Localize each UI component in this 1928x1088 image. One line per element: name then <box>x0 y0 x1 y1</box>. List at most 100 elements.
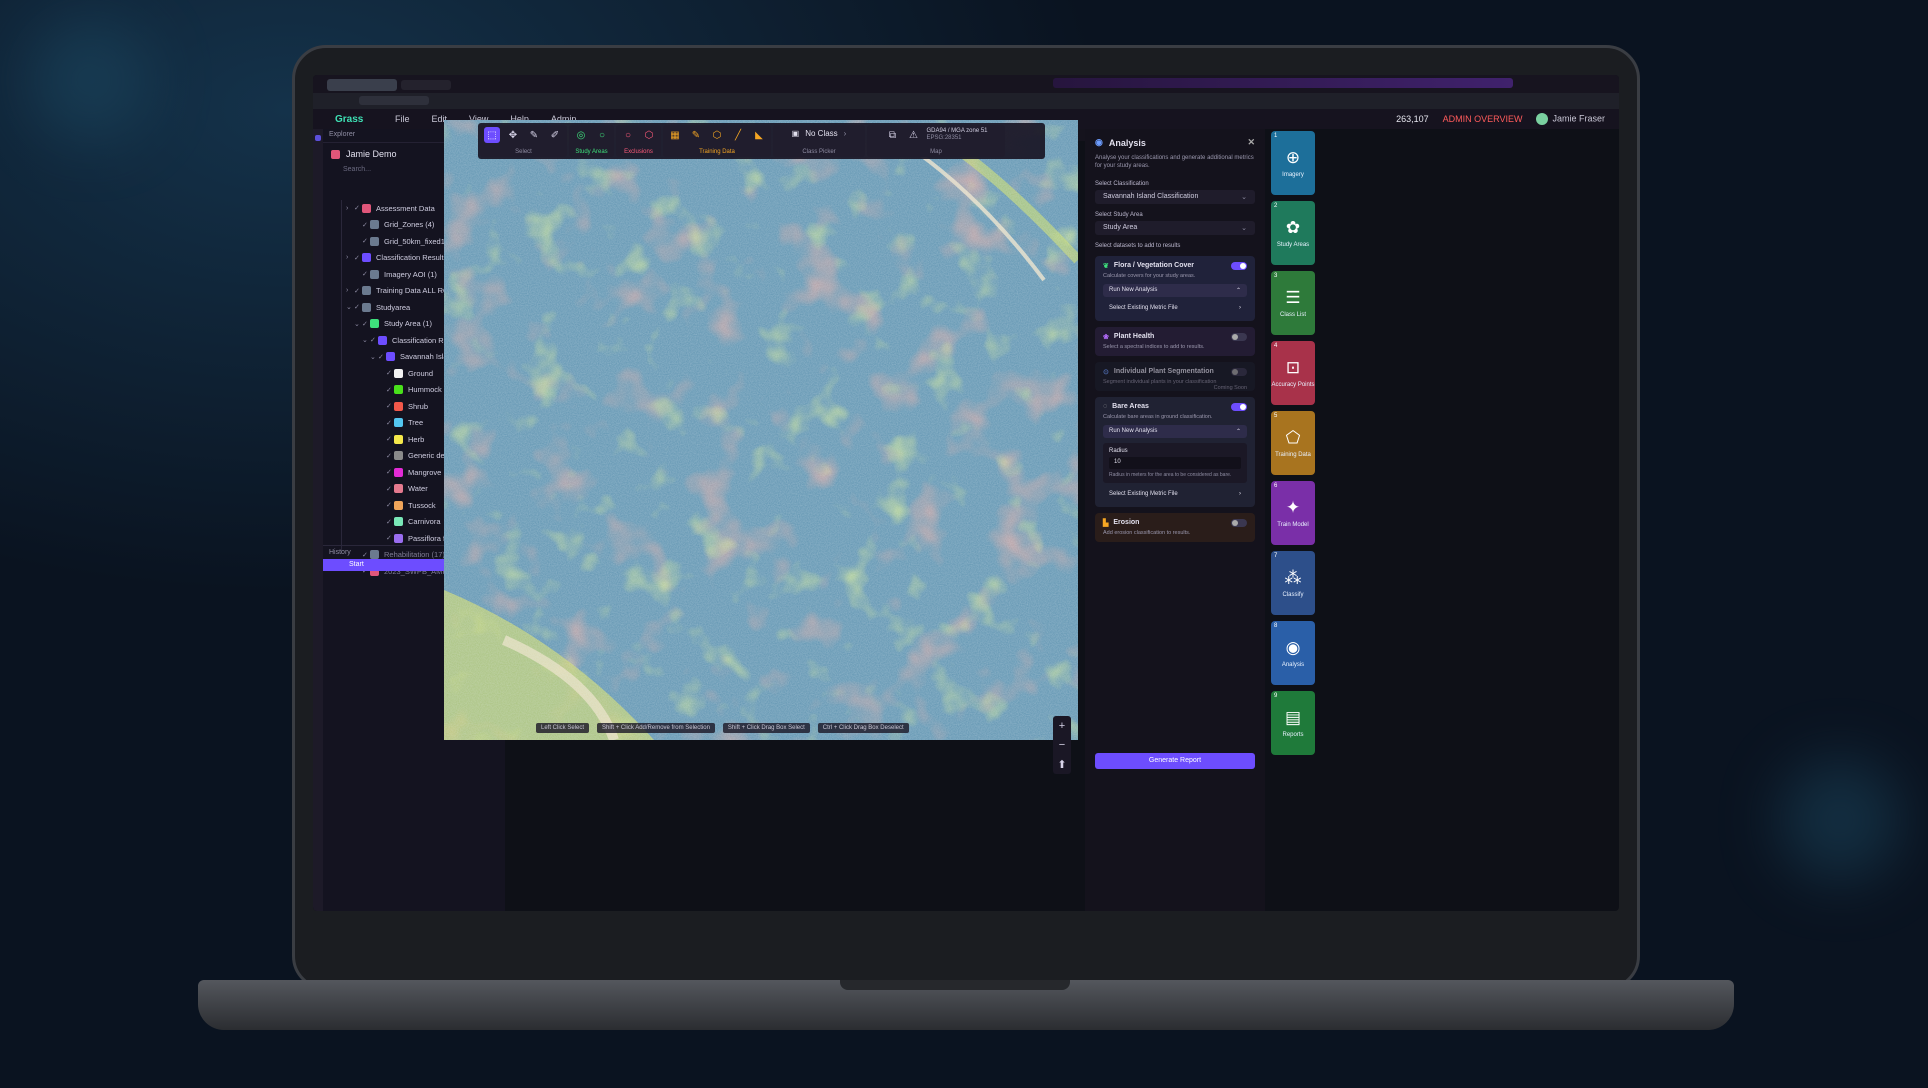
layer-label: Ground <box>408 368 434 378</box>
compass-icon[interactable]: ⬆ <box>1057 758 1066 771</box>
user-menu[interactable]: Jamie Fraser <box>1536 113 1605 125</box>
visibility-check-icon[interactable]: ✓ <box>386 435 394 443</box>
training-poly-icon[interactable]: ◣ <box>751 127 767 143</box>
study-area-select[interactable]: Study Area ⌄ <box>1095 220 1255 235</box>
visibility-check-icon[interactable]: ✓ <box>354 287 362 295</box>
study-area-tools: ◎ ○ Study Areas <box>569 125 614 157</box>
visibility-check-icon[interactable]: ✓ <box>362 320 370 328</box>
visibility-check-icon[interactable]: ✓ <box>378 353 386 361</box>
activity-icon[interactable] <box>315 135 321 141</box>
rail-button-classify[interactable]: 7 ⁂ Classify <box>1271 551 1315 615</box>
training-line-icon[interactable]: ╱ <box>730 127 746 143</box>
rail-button-training-data[interactable]: 5 ⬠ Training Data <box>1271 411 1315 475</box>
visibility-check-icon[interactable]: ✓ <box>386 534 394 542</box>
visibility-check-icon[interactable]: ✓ <box>386 452 394 460</box>
browser-tab[interactable] <box>401 80 451 90</box>
visibility-check-icon[interactable]: ✓ <box>370 336 378 344</box>
pen-icon[interactable]: ✎ <box>526 127 542 143</box>
zoom-in-icon[interactable]: + <box>1059 720 1065 732</box>
browser-tab-active[interactable] <box>327 79 397 91</box>
visibility-check-icon[interactable]: ✓ <box>386 468 394 476</box>
chevron-icon[interactable]: ⌄ <box>370 353 378 361</box>
chevron-icon[interactable]: › <box>346 254 354 261</box>
run-new-analysis-button[interactable]: Run New Analysis ⌃ <box>1103 424 1247 438</box>
chevron-icon[interactable]: ⌄ <box>362 336 370 344</box>
step-number: 4 <box>1274 343 1278 349</box>
layer-label: Hummock <box>408 385 442 395</box>
exclusion-circle-icon[interactable]: ○ <box>620 127 636 143</box>
select-icon[interactable]: ⬚ <box>484 127 500 143</box>
app-logo[interactable]: Grass <box>335 114 395 125</box>
visibility-check-icon[interactable]: ✓ <box>354 303 362 311</box>
study-area-circle-icon[interactable]: ○ <box>594 127 610 143</box>
close-icon[interactable]: ✕ <box>1247 137 1255 148</box>
visibility-check-icon[interactable]: ✓ <box>362 221 370 229</box>
hint-box-select: Shift + Click Drag Box Select <box>722 723 810 733</box>
flora-cover-toggle[interactable] <box>1231 261 1247 270</box>
rail-button-study-areas[interactable]: 2 ✿ Study Areas <box>1271 201 1315 265</box>
menu-file[interactable]: File <box>395 114 410 124</box>
erosion-toggle[interactable] <box>1231 518 1247 527</box>
rail-button-train-model[interactable]: 6 ✦ Train Model <box>1271 481 1315 545</box>
warning-icon[interactable]: ⚠ <box>905 127 921 143</box>
exclusion-hex-icon[interactable]: ⬡ <box>641 127 657 143</box>
crs-display[interactable]: GDA94 / MGA zone 51 EPSG:28351 <box>926 128 987 142</box>
url-field[interactable] <box>359 96 429 105</box>
rail-button-accuracy-points[interactable]: 4 ⊡ Accuracy Points <box>1271 341 1315 405</box>
radius-input[interactable]: 10 <box>1109 456 1241 469</box>
classification-map[interactable]: ⬚ ✥ ✎ ✐ Select ◎ ○ Study Areas ○ ⬡ Exclu… <box>444 120 1078 774</box>
visibility-check-icon[interactable]: ✓ <box>362 237 370 245</box>
zoom-out-icon[interactable]: − <box>1059 739 1065 751</box>
edit-icon[interactable]: ✐ <box>547 127 563 143</box>
training-brush-icon[interactable]: ✎ <box>688 127 704 143</box>
layer-color-swatch <box>362 286 371 296</box>
rail-label: Study Areas <box>1276 242 1310 248</box>
study-area-add-icon[interactable]: ◎ <box>573 127 589 143</box>
visibility-check-icon[interactable]: ✓ <box>386 369 394 377</box>
address-bar[interactable] <box>313 93 1619 109</box>
list-icon: ☰ <box>1285 288 1301 307</box>
training-grid-icon[interactable]: ▦ <box>667 127 683 143</box>
map-raster[interactable] <box>444 120 1078 740</box>
classification-select[interactable]: Savannah Island Classification ⌄ <box>1095 189 1255 204</box>
segmentation-toggle[interactable] <box>1231 367 1247 376</box>
project-icon <box>331 149 340 159</box>
select-metric-file-button[interactable]: Select Existing Metric File › <box>1103 302 1247 315</box>
visibility-check-icon[interactable]: ✓ <box>386 386 394 394</box>
chevron-icon[interactable]: ⌄ <box>346 303 354 311</box>
panel-title: Analysis <box>1108 137 1146 148</box>
visibility-check-icon[interactable]: ✓ <box>362 270 370 278</box>
bare-areas-toggle[interactable] <box>1231 402 1247 411</box>
chevron-icon[interactable]: ⌄ <box>354 320 362 328</box>
select-metric-file-button[interactable]: Select Existing Metric File › <box>1103 488 1247 501</box>
run-new-analysis-button[interactable]: Run New Analysis ⌃ <box>1103 283 1247 297</box>
generate-report-button[interactable]: Generate Report <box>1095 753 1255 769</box>
rail-label: Imagery <box>1282 172 1304 178</box>
rail-button-class-list[interactable]: 3 ☰ Class List <box>1271 271 1315 335</box>
layer-label: Carnivora <box>408 517 441 527</box>
layer-label: Shrub <box>408 401 429 411</box>
visibility-check-icon[interactable]: ✓ <box>386 518 394 526</box>
button-label: Run New Analysis <box>1109 428 1158 435</box>
rail-button-reports[interactable]: 9 ▤ Reports <box>1271 691 1315 755</box>
admin-alert[interactable]: ADMIN OVERVIEW <box>1443 114 1523 124</box>
rail-button-imagery[interactable]: 1 ⊕ Imagery <box>1271 131 1315 195</box>
training-hex-icon[interactable]: ⬡ <box>709 127 725 143</box>
visibility-check-icon[interactable]: ✓ <box>386 419 394 427</box>
visibility-check-icon[interactable]: ✓ <box>386 485 394 493</box>
layers-icon[interactable]: ⧉ <box>884 127 900 143</box>
chevron-icon[interactable]: › <box>346 205 354 212</box>
visibility-check-icon[interactable]: ✓ <box>386 501 394 509</box>
visibility-check-icon[interactable]: ✓ <box>386 402 394 410</box>
visibility-check-icon[interactable]: ✓ <box>354 254 362 262</box>
move-icon[interactable]: ✥ <box>505 127 521 143</box>
chevron-icon[interactable]: › <box>346 287 354 294</box>
plant-health-toggle[interactable] <box>1231 332 1247 341</box>
rail-button-analysis[interactable]: 8 ◉ Analysis <box>1271 621 1315 685</box>
layer-label: Mangrove <box>408 467 442 477</box>
analysis-icon: ◉ <box>1285 638 1301 657</box>
class-picker[interactable]: ▣ No Class › Class Picker <box>773 125 865 157</box>
erosion-card: ▙ Erosion Add erosion classification to r… <box>1095 512 1255 542</box>
visibility-check-icon[interactable]: ✓ <box>354 204 362 212</box>
crs-code: EPSG:28351 <box>926 135 962 141</box>
